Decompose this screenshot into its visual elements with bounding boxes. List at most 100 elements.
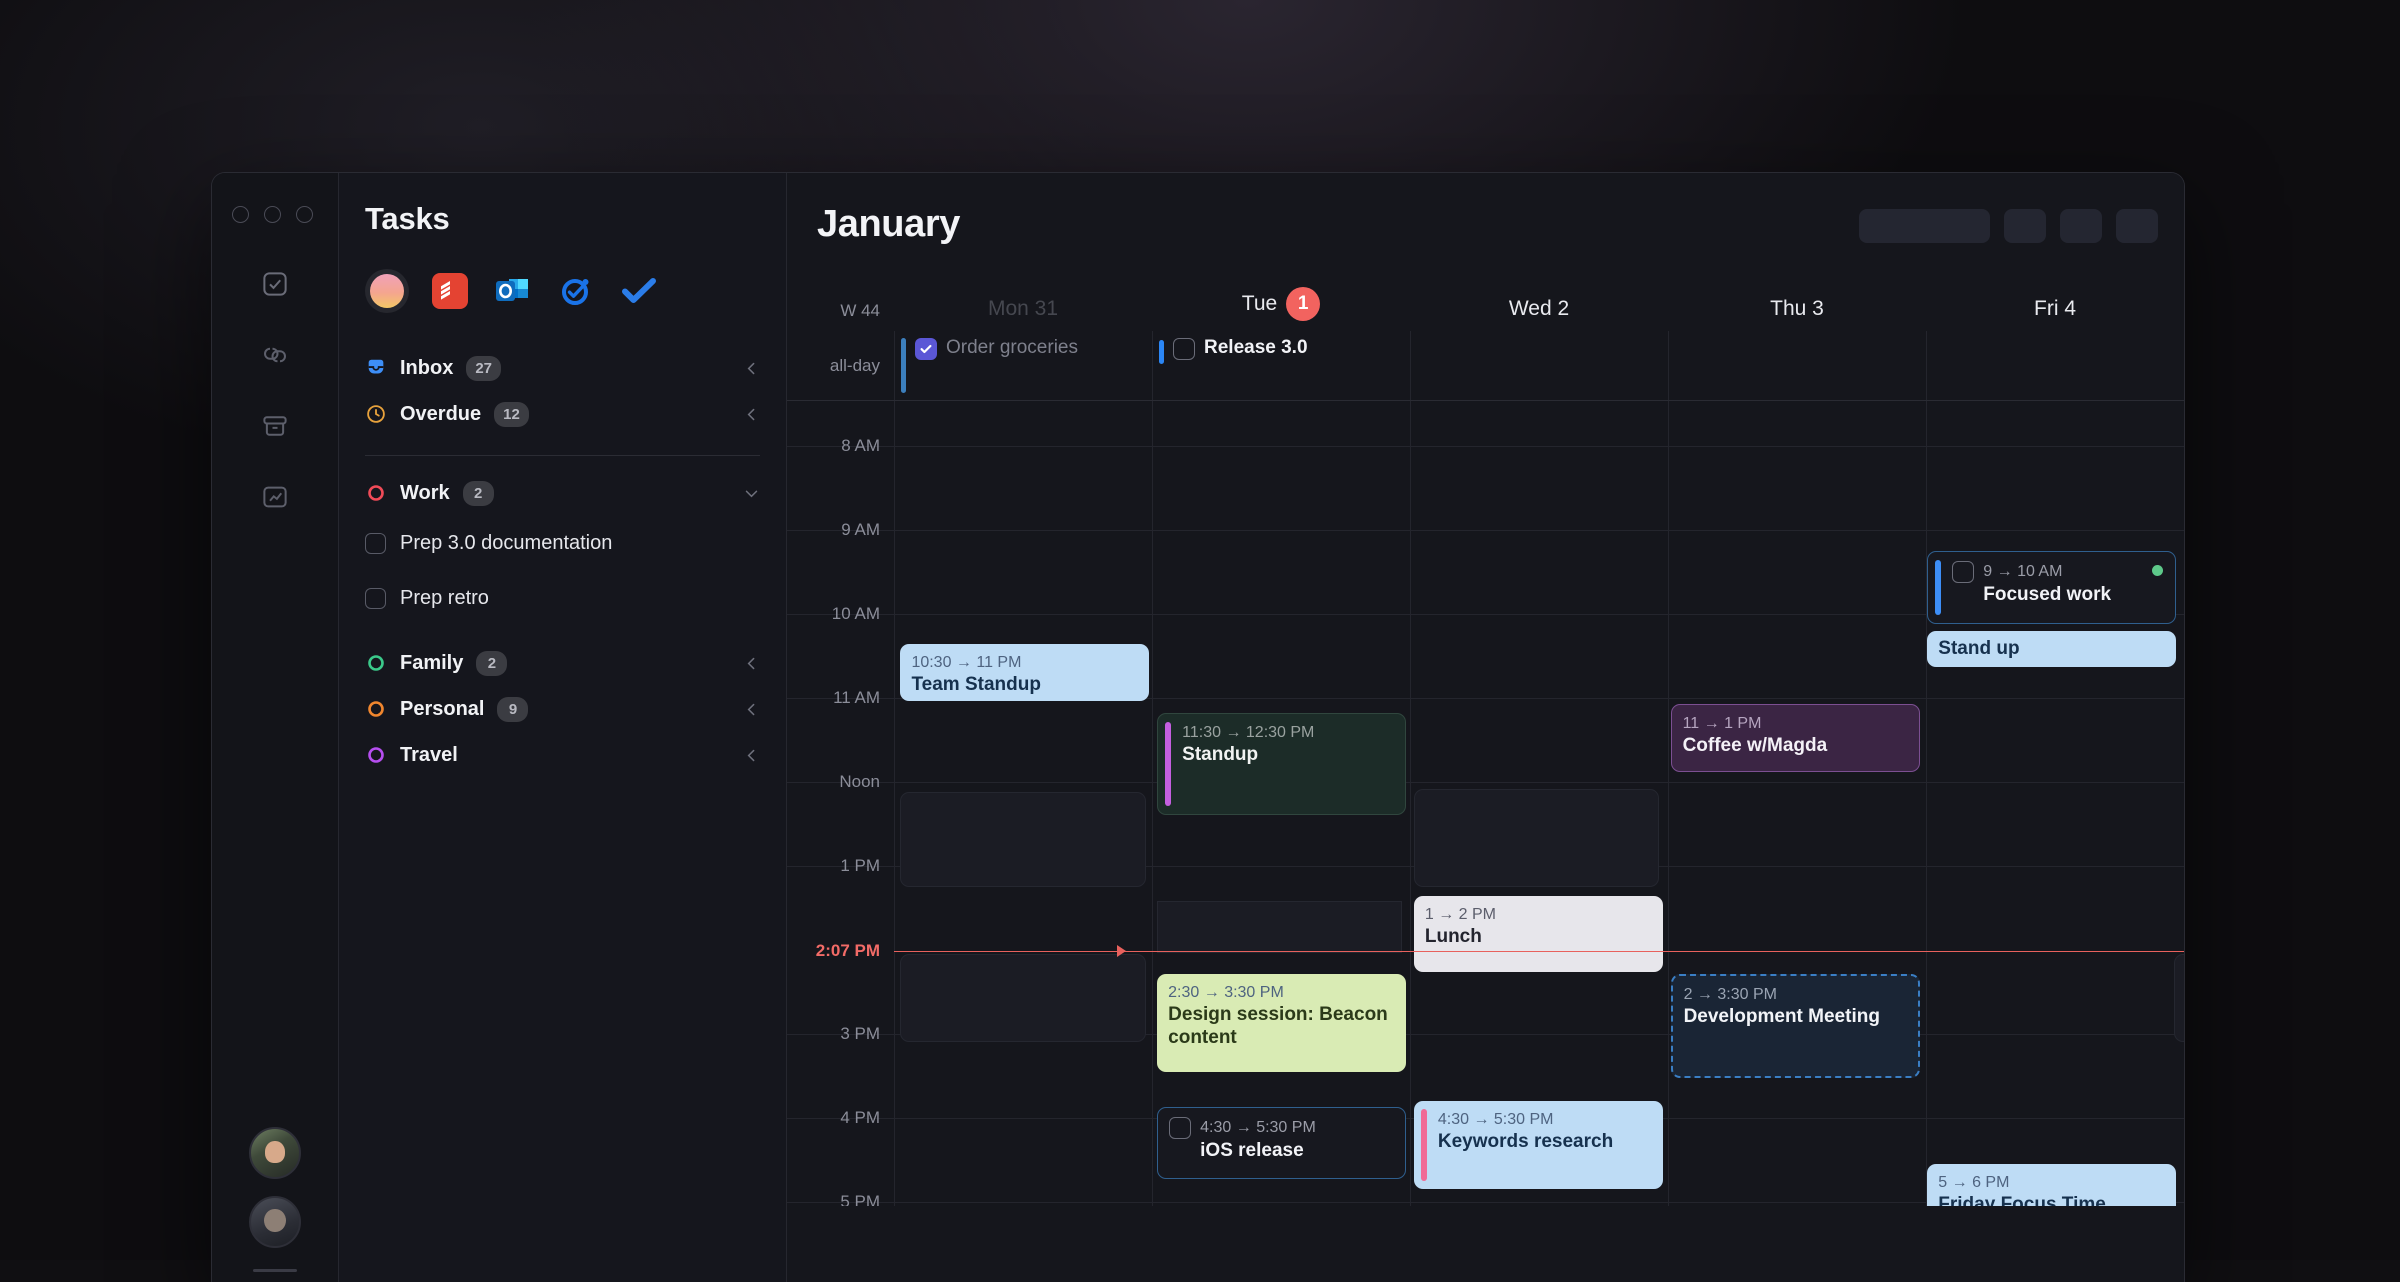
task-item[interactable]: Prep 3.0 documentation: [365, 516, 760, 571]
circle-icon: [365, 652, 387, 674]
todoist-icon[interactable]: [428, 269, 472, 313]
minimize-button[interactable]: [264, 206, 281, 223]
sidebar-item-overdue[interactable]: Overdue 12: [365, 391, 760, 437]
task-checkbox[interactable]: [1169, 1117, 1192, 1139]
analytics-icon[interactable]: [256, 478, 294, 516]
calendar-grid[interactable]: 8 AM 9 AM 10 AM 11 AM Noon 1 PM 3 PM 4 P…: [787, 401, 2184, 1206]
chevron-down-icon[interactable]: [743, 485, 760, 502]
event-title: Standup: [1182, 744, 1259, 765]
avatar-user-1[interactable]: [249, 1127, 301, 1179]
toolbar-wide-button[interactable]: [1859, 209, 1990, 243]
circle-icon: [365, 698, 387, 720]
sidebar-item-inbox[interactable]: Inbox 27: [365, 345, 760, 391]
event-time: 11 → 1 PM: [1682, 715, 1762, 732]
event-time: 4:30 → 5:30 PM: [1437, 1111, 1554, 1128]
sidebar-item-label: Overdue: [400, 402, 482, 425]
event-focused-work[interactable]: 9 → 10 AM Focused work: [1927, 551, 2177, 624]
event-development-meeting[interactable]: 2 → 3:30 PM Development Meeting: [1670, 974, 1920, 1078]
sidebar-group-count: 2: [462, 480, 494, 506]
event-team-standup[interactable]: 10:30 → 11 PM Team Standup: [900, 644, 1150, 701]
task-item[interactable]: Prep retro: [365, 571, 760, 626]
sidebar-group-travel[interactable]: Travel: [365, 732, 760, 778]
event-placeholder[interactable]: [1157, 901, 1403, 953]
sidebar-group-personal[interactable]: Personal 9: [365, 686, 760, 732]
things-icon[interactable]: [617, 269, 661, 313]
hour-label: Noon: [839, 772, 880, 791]
current-time-label: 2:07 PM: [815, 941, 880, 960]
event-friday-focus-time[interactable]: 5 → 6 PM Friday Focus Time: [1927, 1164, 2177, 1206]
toolbar-button-3[interactable]: [2116, 209, 2158, 243]
chevron-left-icon[interactable]: [743, 701, 760, 718]
chevron-left-icon[interactable]: [743, 747, 760, 764]
event-title: Friday Focus Time: [1938, 1194, 2106, 1206]
hour-label: 5 PM: [840, 1192, 880, 1206]
circle-icon: [365, 482, 387, 504]
close-button[interactable]: [232, 206, 249, 223]
day-header-thu[interactable]: Thu 3: [1668, 297, 1926, 321]
outlook-icon[interactable]: [491, 269, 535, 313]
day-header-tue[interactable]: Tue 1: [1152, 287, 1410, 321]
event-lunch[interactable]: 1 → 2 PM Lunch: [1413, 896, 1663, 972]
zoom-button[interactable]: [296, 206, 313, 223]
event-color-bar: [1159, 340, 1164, 364]
task-checkbox[interactable]: [915, 338, 937, 360]
all-day-cell-tue[interactable]: Release 3.0: [1152, 331, 1410, 400]
day-header-label: Mon 31: [987, 297, 1059, 320]
day-header-row: W 44 Mon 31 Tue 1 Wed 2 Thu 3 Fri 4: [787, 273, 2184, 331]
hour-label: 3 PM: [840, 1024, 880, 1043]
event-time: 9 → 10 AM: [1983, 563, 2063, 580]
day-header-label: Wed 2: [1508, 297, 1570, 320]
sidebar-group-work[interactable]: Work 2: [365, 470, 760, 516]
event-placeholder[interactable]: [2173, 954, 2184, 1042]
event-placeholder[interactable]: [900, 954, 1146, 1042]
hour-label: 9 AM: [841, 520, 880, 539]
toolbar-button-1[interactable]: [2004, 209, 2046, 243]
task-checkbox[interactable]: [365, 533, 386, 554]
event-color-bar: [1420, 1109, 1427, 1181]
event-time: 1 → 2 PM: [1424, 906, 1496, 923]
app-window: Tasks Inbox 27 Overdue 12 Work 2 Prep 3.…: [211, 172, 2185, 1282]
day-header-wed[interactable]: Wed 2: [1410, 297, 1668, 321]
integrations-link-icon[interactable]: [256, 336, 294, 374]
chevron-left-icon[interactable]: [743, 360, 760, 377]
all-day-cell-fri[interactable]: [1926, 331, 2184, 400]
icon-rail: [212, 173, 339, 1282]
sunsama-icon[interactable]: [365, 269, 409, 313]
event-placeholder[interactable]: [1413, 789, 1659, 887]
task-checkbox[interactable]: [365, 588, 386, 609]
window-traffic-lights[interactable]: [232, 206, 313, 223]
avatar-user-2[interactable]: [249, 1196, 301, 1248]
event-time: 2:30 → 3:30 PM: [1168, 984, 1284, 1001]
archive-icon[interactable]: [256, 407, 294, 445]
task-checkbox[interactable]: [1173, 338, 1195, 360]
all-day-event-order-groceries[interactable]: Order groceries: [901, 336, 1146, 395]
all-day-cell-thu[interactable]: [1668, 331, 1926, 400]
chevron-left-icon[interactable]: [743, 655, 760, 672]
sidebar-group-count: 9: [497, 696, 529, 722]
toolbar-button-2[interactable]: [2060, 209, 2102, 243]
hour-label: 10 AM: [831, 604, 880, 623]
event-standup[interactable]: 11:30 → 12:30 PM Standup: [1157, 713, 1407, 815]
event-color-bar: [1935, 560, 1942, 615]
all-day-event-release-30[interactable]: Release 3.0: [1159, 336, 1404, 395]
event-time: 2 → 3:30 PM: [1683, 986, 1777, 1003]
event-placeholder[interactable]: [900, 792, 1146, 887]
circle-icon: [365, 744, 387, 766]
event-stand-up[interactable]: Stand up: [1927, 631, 2177, 667]
all-day-event-title: Release 3.0: [1204, 337, 1308, 358]
event-design-session[interactable]: 2:30 → 3:30 PM Design session: Beacon co…: [1157, 974, 1407, 1072]
day-header-mon[interactable]: Mon 31: [894, 297, 1152, 321]
calendar-header: January: [787, 173, 2184, 273]
sidebar-divider: [365, 455, 760, 456]
event-coffee-magda[interactable]: 11 → 1 PM Coffee w/Magda: [1670, 704, 1920, 772]
all-day-cell-wed[interactable]: [1410, 331, 1668, 400]
event-keywords-research[interactable]: 4:30 → 5:30 PM Keywords research: [1413, 1101, 1663, 1189]
all-day-cell-mon[interactable]: Order groceries: [894, 331, 1152, 400]
task-checkbox[interactable]: [1952, 561, 1975, 583]
tasks-check-icon[interactable]: [256, 265, 294, 303]
event-ios-release[interactable]: 4:30 → 5:30 PM iOS release: [1157, 1107, 1407, 1179]
google-tasks-icon[interactable]: [554, 269, 598, 313]
sidebar-group-family[interactable]: Family 2: [365, 640, 760, 686]
chevron-left-icon[interactable]: [743, 406, 760, 423]
day-header-fri[interactable]: Fri 4: [1926, 297, 2184, 321]
